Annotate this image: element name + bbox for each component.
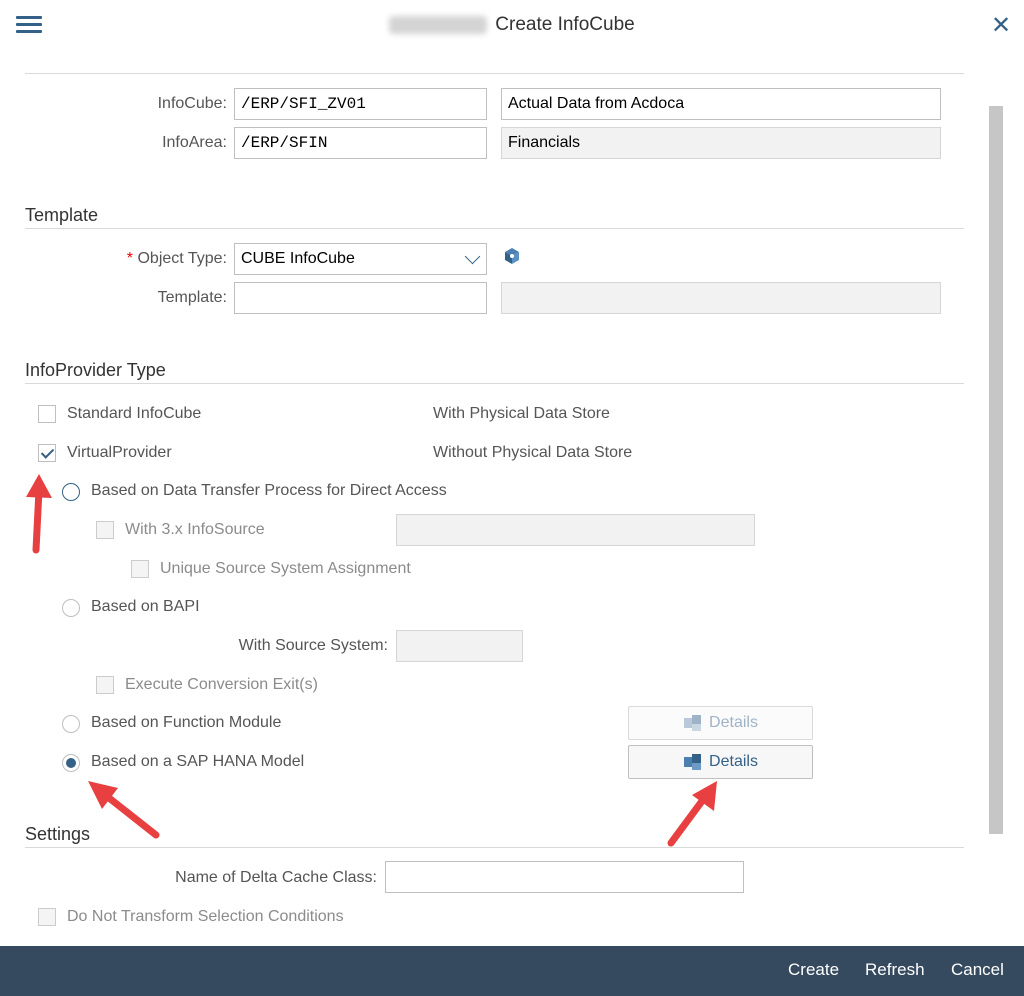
dialog-title: Create InfoCube: [0, 14, 1024, 36]
divider: [25, 228, 964, 229]
close-icon[interactable]: ✕: [990, 14, 1012, 38]
delta-cache-label: Name of Delta Cache Class:: [175, 869, 377, 886]
no-transform-checkbox[interactable]: [38, 908, 56, 926]
annotation-arrow: [26, 474, 52, 554]
conversion-exit-checkbox[interactable]: [96, 676, 114, 694]
radio-dtp-label: Based on Data Transfer Process for Direc…: [91, 482, 447, 499]
infoarea-label: InfoArea:: [162, 134, 227, 151]
standard-infocube-label: Standard InfoCube: [67, 405, 202, 422]
details-button[interactable]: Details: [628, 745, 813, 779]
radio-hana-model[interactable]: [62, 754, 80, 772]
infosource-input: [396, 514, 755, 546]
refresh-button[interactable]: Refresh: [865, 946, 925, 996]
object-type-label: * Object Type:: [100, 250, 227, 268]
divider: [25, 847, 964, 848]
object-type-select[interactable]: CUBE InfoCube: [234, 243, 487, 275]
details-label: Details: [709, 714, 758, 731]
cancel-button[interactable]: Cancel: [951, 946, 1004, 996]
template-input[interactable]: [234, 282, 487, 314]
infosource-3x-checkbox[interactable]: [96, 521, 114, 539]
annotation-arrow: [667, 781, 717, 847]
radio-bapi-label: Based on BAPI: [91, 598, 200, 615]
standard-infocube-desc: With Physical Data Store: [433, 405, 610, 422]
infoprovider-section-title: InfoProvider Type: [25, 360, 166, 380]
chevron-down-icon[interactable]: [464, 248, 481, 265]
source-system-label: With Source System:: [238, 637, 388, 654]
details-label: Details: [709, 753, 758, 770]
radio-hana-model-label: Based on a SAP HANA Model: [91, 753, 305, 770]
details-icon: [684, 753, 702, 770]
divider: [25, 383, 964, 384]
settings-section-title: Settings: [25, 824, 91, 844]
divider: [25, 73, 964, 74]
virtualprovider-label: VirtualProvider: [67, 444, 172, 461]
template-label: Template:: [157, 289, 227, 306]
template-description: [501, 282, 941, 314]
virtualprovider-desc: Without Physical Data Store: [433, 444, 633, 461]
vertical-scrollbar[interactable]: [989, 106, 1003, 834]
infosource-3x-label: With 3.x InfoSource: [125, 521, 265, 538]
infocube-label: InfoCube:: [157, 95, 227, 112]
details-button-disabled[interactable]: Details: [628, 706, 813, 740]
obscured-system-id: [389, 15, 488, 34]
infocube-description-input[interactable]: Actual Data from Acdoca: [501, 88, 941, 120]
details-icon: [684, 714, 702, 731]
object-type-value: CUBE InfoCube: [241, 250, 355, 267]
object-type-label-text: Object Type:: [137, 250, 227, 267]
infoarea-description: Financials: [501, 127, 941, 159]
infocube-input[interactable]: /ERP/SFI_ZV01: [234, 88, 487, 120]
radio-selected-dot: [66, 758, 76, 768]
radio-function-module-label: Based on Function Module: [91, 714, 282, 731]
delta-cache-input[interactable]: [385, 861, 744, 893]
radio-bapi[interactable]: [62, 599, 80, 617]
template-section-title: Template: [25, 205, 99, 225]
infoarea-input[interactable]: /ERP/SFIN: [234, 127, 487, 159]
required-mark: *: [126, 250, 134, 267]
virtualprovider-checkbox[interactable]: [38, 444, 56, 462]
cube-icon[interactable]: [503, 247, 521, 265]
standard-infocube-checkbox[interactable]: [38, 405, 56, 423]
conversion-exit-label: Execute Conversion Exit(s): [125, 676, 318, 693]
create-button[interactable]: Create: [788, 946, 839, 996]
checkmark-icon: [40, 445, 55, 459]
unique-source-checkbox[interactable]: [131, 560, 149, 578]
annotation-arrow: [88, 781, 160, 839]
source-system-input: [396, 630, 523, 662]
radio-dtp[interactable]: [62, 483, 80, 501]
no-transform-label: Do Not Transform Selection Conditions: [67, 908, 344, 925]
radio-function-module[interactable]: [62, 715, 80, 733]
dialog-title-text: Create InfoCube: [495, 14, 635, 35]
unique-source-label: Unique Source System Assignment: [160, 560, 411, 577]
